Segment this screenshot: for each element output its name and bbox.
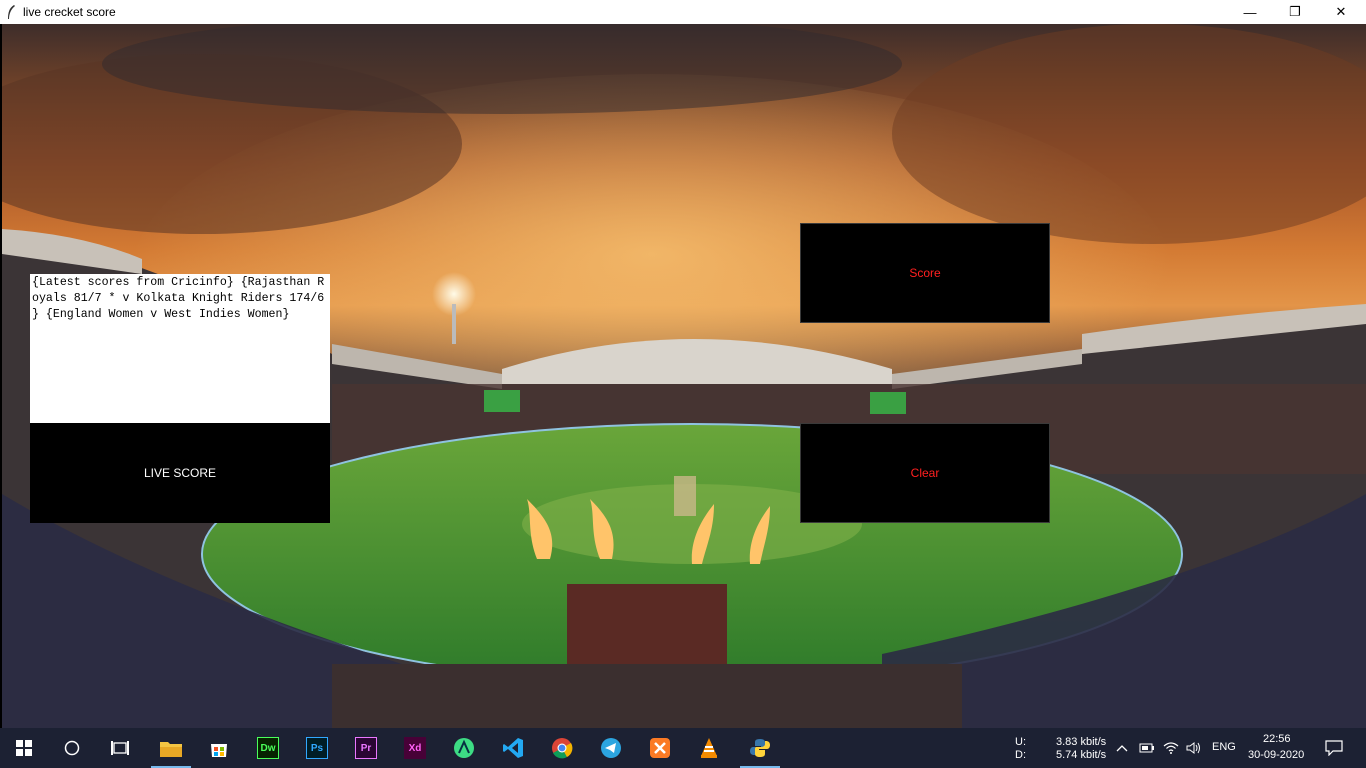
clock-date[interactable]: 30-09-2020 — [1248, 749, 1304, 761]
battery-icon[interactable] — [1136, 728, 1158, 768]
premiere-icon[interactable]: Pr — [342, 728, 390, 768]
live-score-button[interactable]: LIVE SCORE — [30, 423, 330, 523]
search-icon[interactable] — [48, 728, 96, 768]
windows-start-icon[interactable] — [0, 728, 48, 768]
telegram-icon[interactable] — [587, 728, 635, 768]
volume-icon[interactable] — [1183, 728, 1205, 768]
score-button[interactable]: Score — [800, 223, 1050, 323]
chevron-up-icon[interactable] — [1112, 728, 1132, 768]
score-text-area[interactable]: {Latest scores from Cricinfo} {Rajasthan… — [30, 274, 330, 423]
taskbar: Dw Ps Pr Xd U: D: 3.83 kbit/s 5.74 kbit/… — [0, 728, 1366, 768]
feather-icon — [6, 5, 16, 19]
microsoft-store-icon[interactable] — [195, 728, 243, 768]
vlc-icon[interactable] — [685, 728, 733, 768]
wifi-icon[interactable] — [1160, 728, 1182, 768]
net-upload-label: U: — [1015, 736, 1026, 748]
chrome-icon[interactable] — [538, 728, 586, 768]
photoshop-icon[interactable]: Ps — [293, 728, 341, 768]
maximize-button[interactable]: ❐ — [1272, 0, 1318, 24]
download-speed: 5.74 kbit/s — [1056, 749, 1107, 761]
vscode-icon[interactable] — [489, 728, 537, 768]
android-studio-icon[interactable] — [440, 728, 488, 768]
xampp-icon[interactable] — [636, 728, 684, 768]
window-title: live crecket score — [23, 5, 116, 19]
title-bar: live crecket score — ❐ ✕ — [0, 0, 1366, 24]
clear-button[interactable]: Clear — [800, 423, 1050, 523]
close-button[interactable]: ✕ — [1318, 0, 1364, 24]
net-download-label: D: — [1015, 749, 1026, 761]
task-view-icon[interactable] — [96, 728, 144, 768]
upload-speed: 3.83 kbit/s — [1056, 736, 1107, 748]
language-indicator[interactable]: ENG — [1212, 741, 1236, 753]
python-icon[interactable] — [736, 728, 784, 768]
file-explorer-icon[interactable] — [147, 728, 195, 768]
minimize-button[interactable]: — — [1227, 0, 1273, 24]
clock-time[interactable]: 22:56 — [1263, 733, 1291, 745]
dreamweaver-icon[interactable]: Dw — [244, 728, 292, 768]
xd-icon[interactable]: Xd — [391, 728, 439, 768]
notification-icon[interactable] — [1310, 728, 1358, 768]
